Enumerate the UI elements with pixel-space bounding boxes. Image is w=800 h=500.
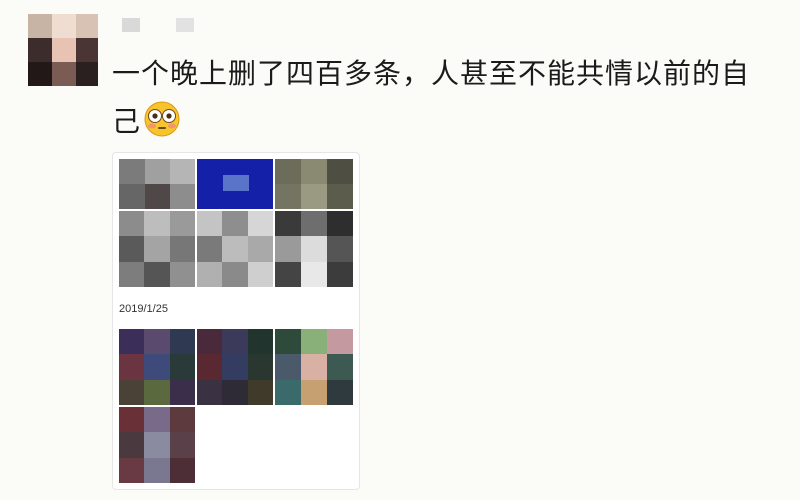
username-obscured[interactable] — [114, 14, 234, 36]
post-text-line-2: 己 — [112, 105, 142, 138]
gallery-thumbnail[interactable] — [275, 329, 353, 405]
post-text-line-1: 一个晚上删了四百多条，人甚至不能共情以前的自 — [112, 57, 751, 90]
gallery-date-label: 2019/1/25 — [119, 303, 168, 315]
gallery-thumbnail[interactable] — [197, 159, 273, 209]
post-text: 一个晚上删了四百多条，人甚至不能共情以前的自 己 — [112, 50, 772, 146]
gallery-thumbnail[interactable] — [119, 159, 195, 209]
gallery-thumbnail[interactable] — [197, 329, 273, 405]
avatar[interactable] — [28, 14, 98, 86]
gallery-thumbnail[interactable] — [119, 329, 195, 405]
screenshot-image[interactable]: 2019/1/25 — [112, 152, 360, 490]
gallery-thumbnail[interactable] — [275, 159, 353, 209]
gallery-thumbnail[interactable] — [119, 211, 195, 287]
gallery-thumbnail[interactable] — [119, 407, 195, 483]
flushed-face-emoji-icon — [143, 100, 181, 138]
gallery-thumbnail[interactable] — [197, 211, 273, 287]
gallery-thumbnail[interactable] — [275, 211, 353, 287]
